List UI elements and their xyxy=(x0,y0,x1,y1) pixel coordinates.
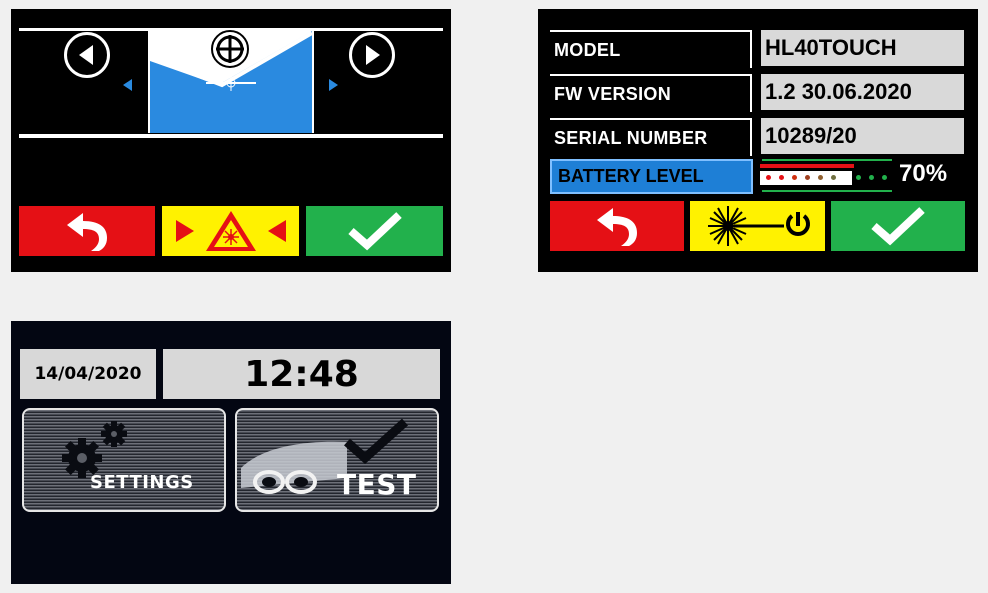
fw-version-value: 1.2 30.06.2020 xyxy=(761,74,964,110)
battery-level-label: BATTERY LEVEL xyxy=(550,159,753,194)
settings-tile[interactable]: SETTINGS xyxy=(22,408,226,512)
undo-arrow-icon xyxy=(597,208,637,246)
model-value: HL40TOUCH xyxy=(761,30,964,66)
next-button[interactable] xyxy=(349,32,395,78)
battery-gauge xyxy=(760,157,895,194)
center-target-icon[interactable] xyxy=(211,30,249,68)
right-pointer-icon xyxy=(329,79,338,91)
laser-warning-icon xyxy=(175,211,286,251)
date-text: 14/04/2020 xyxy=(34,364,142,384)
test-tile[interactable]: TEST xyxy=(235,408,439,512)
back-button[interactable] xyxy=(550,201,684,251)
time-text: 12:48 xyxy=(244,353,359,395)
fw-version-label: FW VERSION xyxy=(550,74,752,112)
left-arrow-icon xyxy=(79,45,93,65)
battery-level-label-text: BATTERY LEVEL xyxy=(558,166,704,186)
laser-power-icon xyxy=(707,206,810,246)
serial-number-label: SERIAL NUMBER xyxy=(550,118,752,156)
model-label-text: MODEL xyxy=(554,39,621,60)
left-pointer-icon xyxy=(123,79,132,91)
settings-label: SETTINGS xyxy=(90,472,194,493)
checkmark-icon xyxy=(347,212,402,251)
date-display: 14/04/2020 xyxy=(20,349,156,399)
undo-arrow-icon xyxy=(67,213,107,251)
home-screen: 14/04/2020 12:48 SETTINGS TEST xyxy=(11,321,451,584)
car-headlight-icon xyxy=(241,441,347,494)
serial-number-value: 10289/20 xyxy=(761,118,964,154)
fw-version-value-text: 1.2 30.06.2020 xyxy=(765,79,912,104)
back-button[interactable] xyxy=(19,206,155,256)
model-value-text: HL40TOUCH xyxy=(765,35,897,60)
right-arrow-icon xyxy=(366,45,380,65)
time-display: 12:48 xyxy=(163,349,440,399)
laser-toggle-button[interactable] xyxy=(162,206,299,256)
laser-power-button[interactable] xyxy=(690,201,825,251)
confirm-button[interactable] xyxy=(831,201,965,251)
fw-version-label-text: FW VERSION xyxy=(554,83,672,104)
device-info-screen: MODEL HL40TOUCH FW VERSION 1.2 30.06.202… xyxy=(538,9,978,272)
serial-number-label-text: SERIAL NUMBER xyxy=(554,127,708,148)
serial-number-value-text: 10289/20 xyxy=(765,123,857,148)
model-label: MODEL xyxy=(550,30,752,68)
battery-percent: 70% xyxy=(899,160,948,187)
previous-button[interactable] xyxy=(64,32,110,78)
alignment-screen xyxy=(11,9,451,272)
confirm-button[interactable] xyxy=(306,206,443,256)
checkmark-icon xyxy=(344,418,409,465)
checkmark-icon xyxy=(871,207,925,246)
test-label: TEST xyxy=(337,468,417,501)
